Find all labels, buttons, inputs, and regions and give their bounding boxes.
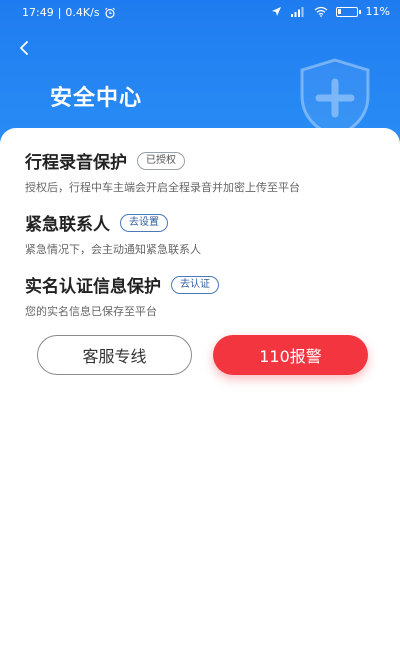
item-description: 您的实名信息已保存至平台: [25, 305, 157, 318]
status-separator: |: [57, 6, 62, 19]
battery-level: [337, 8, 341, 14]
authorized-badge: 已授权: [137, 151, 185, 170]
battery-percent: 11%: [365, 5, 390, 18]
item-head: 紧急联系人 去设置: [25, 210, 385, 235]
item-trip-recording: 行程录音保护 已授权 授权后，行程中车主端会开启全程录音并加密上传至平台: [25, 148, 385, 195]
back-button[interactable]: [14, 36, 36, 60]
status-right: 11%: [271, 5, 390, 18]
status-network-speed: 0.4K/s: [65, 6, 100, 19]
item-title: 实名认证信息保护: [25, 277, 161, 297]
item-description: 紧急情况下，会主动通知紧急联系人: [25, 243, 201, 256]
status-left: 17:49 | 0.4K/s: [22, 6, 116, 19]
signal-icon: [290, 7, 304, 17]
chevron-left-icon: [20, 41, 28, 55]
set-up-button[interactable]: 去设置: [120, 213, 168, 232]
item-description: 授权后，行程中车主端会开启全程录音并加密上传至平台: [25, 181, 300, 194]
call-110-button[interactable]: 110报警: [213, 335, 368, 375]
item-title: 行程录音保护: [25, 153, 127, 173]
status-bar: 17:49 | 0.4K/s 11%: [0, 0, 400, 26]
battery-icon: [335, 6, 361, 17]
content-card: 行程录音保护 已授权 授权后，行程中车主端会开启全程录音并加密上传至平台 紧急联…: [0, 128, 400, 666]
item-title: 紧急联系人: [25, 215, 110, 235]
item-realname-verification: 实名认证信息保护 去认证 您的实名信息已保存至平台: [25, 272, 385, 319]
item-emergency-contact: 紧急联系人 去设置 紧急情况下，会主动通知紧急联系人: [25, 210, 385, 257]
customer-service-button[interactable]: 客服专线: [37, 335, 192, 375]
item-head: 行程录音保护 已授权: [25, 148, 385, 173]
verify-button[interactable]: 去认证: [171, 275, 219, 294]
item-head: 实名认证信息保护 去认证: [25, 272, 385, 297]
page-title: 安全中心: [50, 86, 143, 111]
alarm-clock-icon: [104, 7, 115, 18]
wifi-icon: [314, 6, 327, 17]
location-arrow-icon: [271, 7, 281, 16]
status-time: 17:49: [22, 6, 54, 19]
